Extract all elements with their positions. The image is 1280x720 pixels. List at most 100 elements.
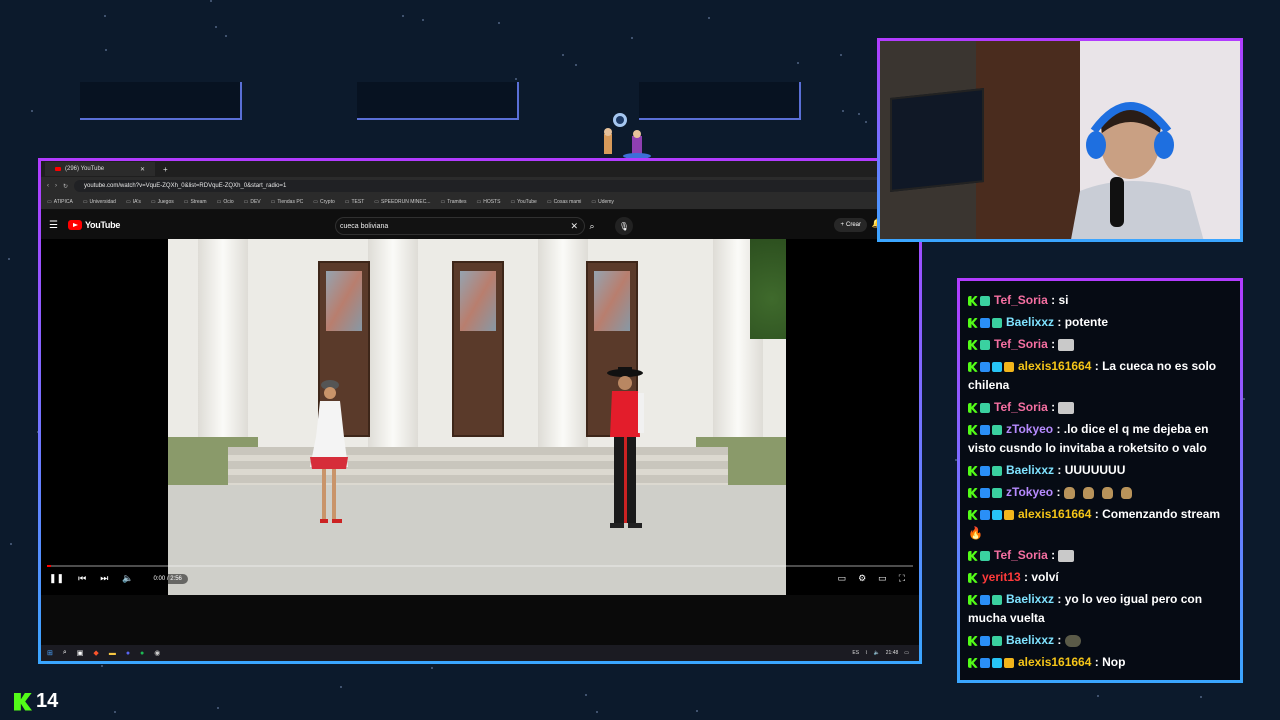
- male-dancer: [607, 367, 644, 528]
- chat-username[interactable]: zTokyeo: [1006, 485, 1053, 499]
- bookmark-item[interactable]: Crypto: [313, 199, 335, 205]
- emote-icon: [1064, 634, 1081, 647]
- system-tray: ES ⌇ 🔈 21:48 ▭: [852, 650, 909, 656]
- theater-mode-icon[interactable]: ▭: [878, 573, 887, 584]
- sub-badge-icon: [980, 295, 990, 306]
- bookmark-item[interactable]: Stream: [184, 199, 206, 205]
- star: [101, 665, 103, 667]
- task-view-icon[interactable]: ▣: [77, 649, 84, 657]
- bookmark-item[interactable]: ATIPICA: [47, 199, 73, 205]
- vip-badge-icon: [1004, 657, 1014, 668]
- separator: :: [1054, 633, 1065, 647]
- bookmark-item[interactable]: SPEEDRUN MINEC...: [374, 199, 430, 205]
- chat-text: .lo dice el q me dejeba en visto cusndo …: [968, 422, 1209, 455]
- star: [631, 37, 633, 39]
- chat-message: alexis161664 : Nop: [968, 653, 1232, 672]
- chat-message: Baelixxz : UUUUUUU: [968, 461, 1232, 480]
- close-tab-icon[interactable]: ✕: [140, 166, 145, 173]
- star: [498, 22, 500, 24]
- url-text: youtube.com/watch?v=VquE-ZQXh_0&list=RDV…: [84, 183, 287, 189]
- chat-username[interactable]: alexis161664: [1018, 507, 1091, 521]
- chat-username[interactable]: alexis161664: [1018, 655, 1091, 669]
- chat-username[interactable]: Tef_Soria: [994, 548, 1048, 562]
- chat-message: alexis161664 : La cueca no es solo chile…: [968, 357, 1232, 395]
- chat-username[interactable]: Baelixxz: [1006, 315, 1054, 329]
- viewer-count-value: 14: [36, 690, 59, 712]
- discord-icon[interactable]: ●: [126, 650, 130, 657]
- new-tab-icon[interactable]: +: [163, 165, 168, 174]
- bookmark-item[interactable]: Cosas mami: [547, 199, 582, 205]
- next-icon[interactable]: ⏭: [100, 573, 108, 584]
- bookmark-item[interactable]: DEV: [244, 199, 260, 205]
- progress-bar[interactable]: [47, 565, 913, 567]
- volume-tray-icon[interactable]: 🔈: [874, 650, 880, 656]
- chat-username[interactable]: Baelixxz: [1006, 592, 1054, 606]
- star: [858, 113, 860, 115]
- star: [422, 19, 424, 21]
- voice-search-button[interactable]: 🎙: [615, 217, 633, 235]
- forward-icon[interactable]: ›: [55, 183, 57, 189]
- file-explorer-icon[interactable]: ▬: [109, 650, 116, 657]
- menu-icon[interactable]: ☰: [49, 220, 58, 231]
- door-window: [594, 271, 630, 331]
- previous-icon[interactable]: ⏮: [78, 573, 86, 584]
- reload-icon[interactable]: ↻: [63, 183, 68, 190]
- spotify-icon[interactable]: ●: [140, 650, 144, 657]
- search-input[interactable]: cueca boliviana ✕: [335, 217, 585, 235]
- money-bag-emote-icon: [1101, 486, 1113, 499]
- bookmark-item[interactable]: Juegos: [151, 199, 174, 205]
- back-icon[interactable]: ‹: [47, 183, 49, 189]
- bookmark-item[interactable]: IA's: [126, 199, 141, 205]
- star: [515, 78, 517, 80]
- brave-browser-icon[interactable]: ◆: [93, 649, 98, 657]
- fullscreen-icon[interactable]: ⛶: [899, 573, 905, 584]
- clock[interactable]: 21:48: [886, 650, 899, 656]
- subtitles-icon[interactable]: ▭: [838, 573, 847, 584]
- fire-emoji-icon: 🔥: [968, 526, 983, 540]
- search-icon[interactable]: ⌕: [63, 649, 67, 657]
- chat-username[interactable]: Tef_Soria: [994, 337, 1048, 351]
- chat-message: zTokyeo :: [968, 483, 1232, 502]
- volume-icon[interactable]: 🔈: [122, 573, 133, 584]
- chat-username[interactable]: Tef_Soria: [994, 293, 1048, 307]
- webcam-feed: [877, 38, 1243, 242]
- wifi-icon[interactable]: ⌇: [865, 650, 867, 656]
- bookmark-item[interactable]: TEST: [345, 199, 365, 205]
- chat-username[interactable]: zTokyeo: [1006, 422, 1053, 436]
- separator: :: [1091, 655, 1103, 669]
- chat-username[interactable]: Baelixxz: [1006, 463, 1054, 477]
- browser-tab-youtube[interactable]: (296) YouTube ✕: [45, 162, 155, 176]
- k-badge-icon: [968, 509, 978, 520]
- chat-username[interactable]: alexis161664: [1018, 359, 1091, 373]
- bookmark-item[interactable]: Tramites: [440, 199, 466, 205]
- bookmark-item[interactable]: YouTube: [510, 199, 537, 205]
- clear-search-icon[interactable]: ✕: [570, 221, 578, 232]
- star: [575, 64, 577, 66]
- bookmark-item[interactable]: HOSTS: [476, 199, 500, 205]
- chat-username[interactable]: Baelixxz: [1006, 633, 1054, 647]
- youtube-logo[interactable]: YouTube: [67, 220, 120, 230]
- search-button[interactable]: ⌕: [581, 217, 603, 235]
- video-frame[interactable]: [168, 239, 786, 595]
- chat-username[interactable]: yerit13: [982, 570, 1021, 584]
- chat-text: UUUUUUU: [1064, 463, 1126, 477]
- obs-icon[interactable]: ◉: [154, 649, 160, 657]
- bookmark-item[interactable]: Udemy: [591, 199, 614, 205]
- sub-badge-icon: [980, 339, 990, 350]
- og-badge-icon: [992, 509, 1002, 520]
- video-player[interactable]: ❚❚ ⏮ ⏭ 🔈 0:00 / 2:56 ▭ ⚙ ▭ ⛶: [41, 239, 919, 595]
- create-button[interactable]: + Crear: [834, 218, 867, 232]
- notifications-icon[interactable]: ▭: [904, 650, 909, 656]
- bookmark-item[interactable]: Ocio: [217, 199, 233, 205]
- chat-username[interactable]: Tef_Soria: [994, 400, 1048, 414]
- settings-gear-icon[interactable]: ⚙: [858, 573, 866, 584]
- pause-icon[interactable]: ❚❚: [49, 573, 64, 584]
- separator: :: [1091, 359, 1103, 373]
- bookmark-item[interactable]: Universidad: [83, 199, 116, 205]
- bookmark-item[interactable]: Tiendas PC: [271, 199, 303, 205]
- language-indicator[interactable]: ES: [852, 650, 859, 656]
- user-badges: [968, 317, 1002, 328]
- door-window: [460, 271, 496, 331]
- url-field[interactable]: youtube.com/watch?v=VquE-ZQXh_0&list=RDV…: [74, 180, 901, 192]
- windows-start-icon[interactable]: ⊞: [47, 649, 53, 657]
